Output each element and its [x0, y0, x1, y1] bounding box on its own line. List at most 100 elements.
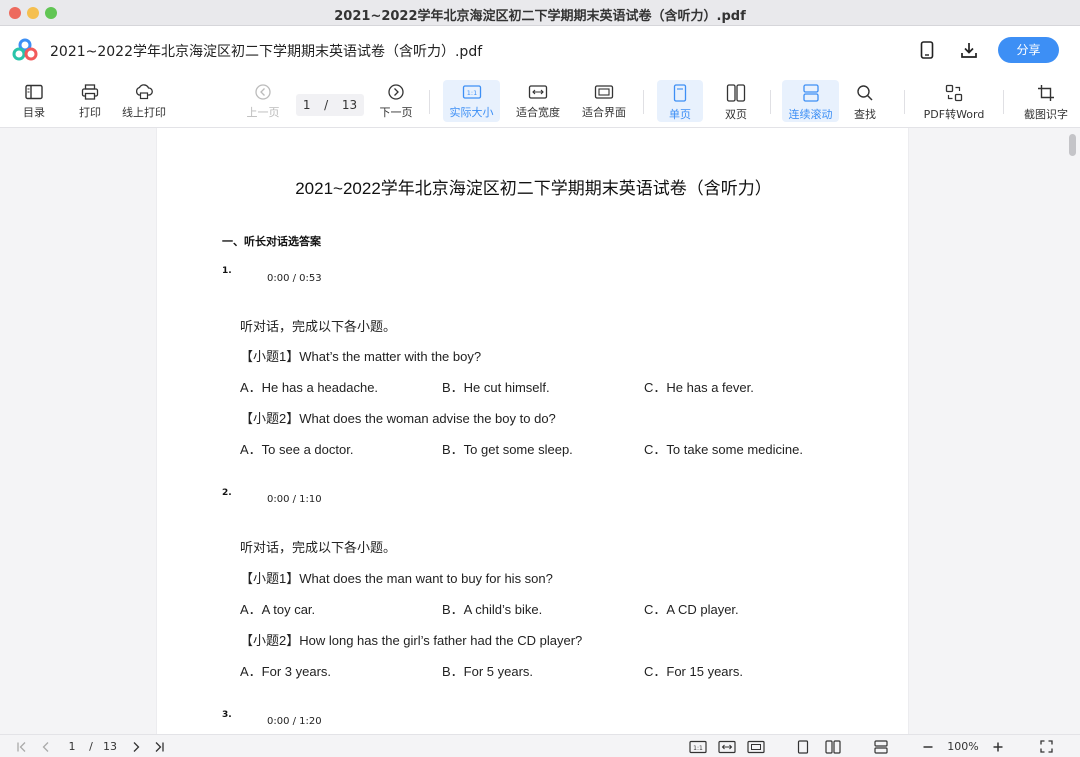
fit-width-icon [718, 740, 736, 753]
option-a: A．A toy car. [240, 602, 316, 617]
option-c: C．For 15 years. [644, 664, 743, 679]
fullscreen-button[interactable] [1037, 739, 1055, 754]
phone-button[interactable] [915, 38, 939, 62]
find-label: 查找 [854, 108, 876, 121]
next-page-label: 下一页 [379, 106, 413, 119]
option-a: A．He has a headache. [240, 380, 379, 395]
online-print-button[interactable]: 线上打印 [118, 80, 170, 122]
download-icon [961, 43, 977, 58]
last-page-icon [155, 741, 164, 752]
actual-size-button[interactable]: 1:1 实际大小 [443, 80, 500, 122]
option-c: C．To take some medicine. [644, 442, 803, 457]
fit-width-icon [528, 85, 548, 99]
fit-width-label: 适合宽度 [516, 106, 560, 119]
chevron-left-icon [42, 741, 49, 752]
window-titlebar: 2021~2022学年北京海淀区初二下学期期末英语试卷（含听力）.pdf [0, 0, 1080, 26]
double-page-label: 双页 [725, 108, 747, 121]
fit-page-button[interactable]: 适合界面 [578, 80, 630, 122]
audio-player-time[interactable]: 0:00 / 1:20 [267, 716, 322, 727]
question-number: 1. [222, 266, 232, 276]
chevron-left-circle-icon [255, 84, 271, 100]
toc-label: 目录 [23, 106, 45, 119]
zoom-level[interactable]: 100% [944, 739, 982, 754]
status-fit-width-button[interactable] [717, 739, 737, 754]
double-page-button[interactable]: 双页 [713, 80, 759, 122]
audio-player-time[interactable]: 0:00 / 0:53 [267, 273, 322, 284]
question-intro: 听对话，完成以下各小题。 [240, 319, 397, 334]
actual-size-label: 实际大小 [449, 106, 494, 119]
toolbar-divider [643, 90, 644, 114]
prev-page-label: 上一页 [246, 106, 280, 119]
download-button[interactable] [957, 38, 981, 62]
status-page-current[interactable]: 1 [64, 739, 80, 754]
section-heading: 一、听长对话选答案 [222, 235, 321, 248]
fullscreen-icon [1039, 740, 1053, 753]
zoom-out-button[interactable] [920, 739, 936, 754]
double-page-icon [825, 739, 841, 754]
option-a: A．For 3 years. [240, 664, 332, 679]
status-single-page-button[interactable] [794, 739, 812, 754]
status-actual-size-icon-text: 1:1 [693, 744, 703, 751]
status-double-page-button[interactable] [823, 739, 843, 754]
option-b: B．For 5 years. [442, 664, 534, 679]
toc-button[interactable]: 目录 [14, 80, 54, 122]
status-bar: 1 / 13 1:1 100% [0, 734, 1080, 757]
sub-question: 【小题1】What does the man want to buy for h… [240, 571, 553, 586]
document-viewport[interactable]: 2021~2022学年北京海淀区初二下学期期末英语试卷（含听力） 一、听长对话选… [0, 128, 1080, 734]
convert-icon [945, 84, 963, 102]
pdf-to-word-label: PDF转Word [923, 108, 985, 121]
vertical-scrollbar[interactable] [1069, 134, 1076, 156]
toolbar-divider [429, 90, 430, 114]
question-number: 2. [222, 488, 232, 498]
actual-size-icon: 1:1 [462, 85, 481, 99]
page-number-field[interactable]: 1 / 13 [296, 94, 364, 116]
option-c: C．A CD player. [644, 602, 739, 617]
page-separator: / [324, 98, 329, 112]
fit-width-button[interactable]: 适合宽度 [512, 80, 564, 122]
ocr-label: 截图识字 [1024, 108, 1068, 121]
print-button[interactable]: 打印 [70, 80, 110, 122]
fit-page-label: 适合界面 [582, 106, 626, 119]
single-page-label: 单页 [669, 108, 691, 121]
continuous-scroll-icon [874, 739, 888, 754]
first-page-icon [17, 741, 26, 752]
status-continuous-scroll-button[interactable] [872, 739, 890, 754]
single-page-icon [797, 739, 809, 754]
prev-page-small-button[interactable] [38, 739, 54, 754]
window-title: 2021~2022学年北京海淀区初二下学期期末英语试卷（含听力）.pdf [334, 9, 746, 24]
first-page-button[interactable] [14, 739, 30, 754]
question-intro: 听对话，完成以下各小题。 [240, 540, 397, 555]
app-logo-icon [12, 38, 38, 61]
pdf-to-word-button[interactable]: PDF转Word [920, 80, 988, 122]
last-page-button[interactable] [151, 739, 167, 754]
phone-icon [920, 41, 934, 59]
status-actual-size-button[interactable]: 1:1 [688, 739, 708, 754]
zoom-in-button[interactable] [990, 739, 1006, 754]
single-page-button[interactable]: 单页 [657, 80, 703, 122]
option-b: B．A child’s bike. [442, 602, 543, 617]
continuous-scroll-button[interactable]: 连续滚动 [782, 80, 839, 122]
document-title: 2021~2022学年北京海淀区初二下学期期末英语试卷（含听力）.pdf [50, 44, 483, 60]
option-b: B．He cut himself. [442, 380, 550, 395]
question-number: 3. [222, 710, 232, 720]
cloud-print-icon [135, 84, 153, 100]
share-button[interactable]: 分享 [998, 37, 1059, 63]
option-a: A．To see a doctor. [240, 442, 354, 457]
prev-page-button[interactable]: 上一页 [243, 80, 283, 122]
minus-icon [923, 745, 933, 748]
ocr-button[interactable]: 截图识字 [1019, 80, 1073, 122]
print-label: 打印 [79, 106, 101, 119]
toc-icon [25, 84, 43, 100]
main-toolbar: 目录 打印 线上打印 上一页 1 / 13 下一页 1:1 实际大小 适合宽度 … [0, 74, 1080, 128]
status-fit-page-button[interactable] [746, 739, 766, 754]
next-page-small-button[interactable] [128, 739, 144, 754]
sub-question: 【小题2】What does the woman advise the boy … [240, 411, 556, 426]
find-button[interactable]: 查找 [845, 80, 885, 122]
page-total: 13 [341, 98, 358, 112]
toolbar-divider [1003, 90, 1004, 114]
single-page-icon [673, 84, 687, 102]
search-icon [857, 85, 873, 101]
chevron-right-icon [133, 741, 140, 752]
audio-player-time[interactable]: 0:00 / 1:10 [267, 494, 322, 505]
next-page-button[interactable]: 下一页 [376, 80, 416, 122]
